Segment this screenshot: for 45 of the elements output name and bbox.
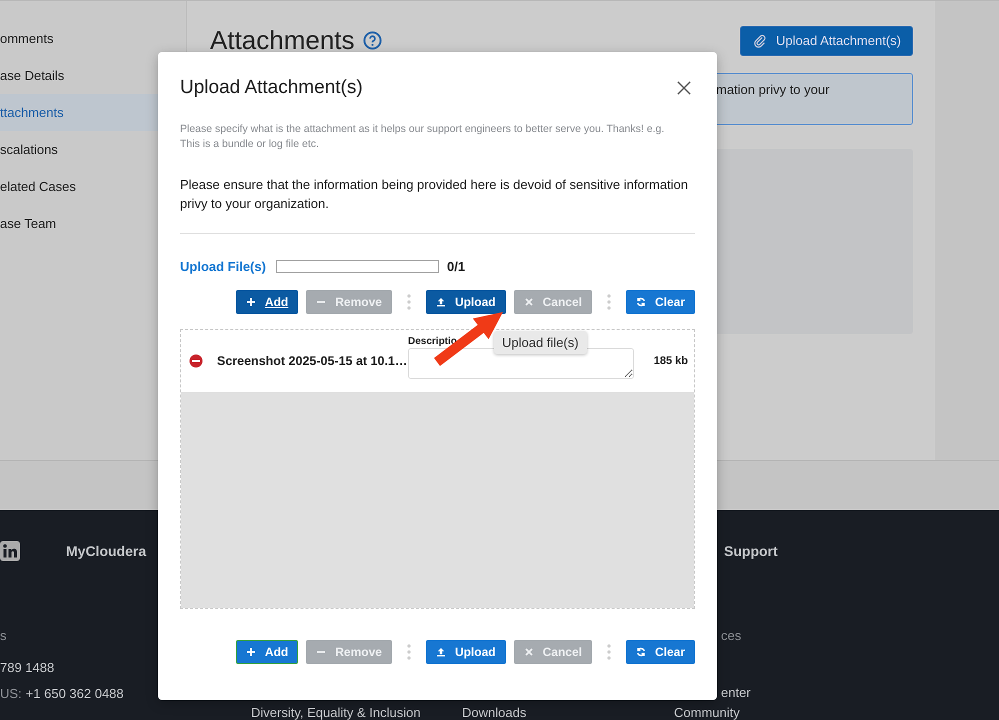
footer-link[interactable]: Downloads <box>462 706 526 720</box>
upload-icon <box>436 297 446 307</box>
add-button[interactable]: Add <box>236 290 298 314</box>
footer-heading: MyCloudera <box>66 543 146 559</box>
file-name: Screenshot 2025-05-15 at 10.1… <box>217 354 408 368</box>
add-button[interactable]: Add <box>236 640 298 664</box>
notice-text: Please ensure that the information being provided here is devoid of sensitive information privy to your organization. <box>180 176 690 213</box>
progress-count: 0/1 <box>447 258 466 274</box>
info-text: mation privy to your <box>716 82 830 97</box>
separator-icon <box>406 644 411 660</box>
linkedin-icon[interactable] <box>0 541 20 561</box>
plus-icon <box>246 647 256 657</box>
help-icon[interactable] <box>362 31 382 50</box>
refresh-icon <box>636 647 646 657</box>
footer-link[interactable]: enter <box>721 685 751 701</box>
footer-heading: Support <box>724 543 778 559</box>
upload-icon <box>436 647 446 657</box>
clear-button[interactable]: Clear <box>626 290 695 314</box>
upload-button[interactable]: Upload <box>426 640 506 664</box>
phone-label: US: <box>0 686 22 702</box>
page-title: Attachments <box>210 25 355 56</box>
file-size: 185 kb <box>654 355 688 367</box>
separator-icon <box>606 294 611 310</box>
footer-link[interactable]: Community <box>674 706 740 720</box>
separator-icon <box>406 294 411 310</box>
plus-icon <box>246 297 256 307</box>
phone-number[interactable]: +1 650 362 0488 <box>26 686 124 702</box>
separator-icon <box>606 644 611 660</box>
sidebar-item[interactable]: omments <box>0 20 186 57</box>
tooltip: Upload file(s) <box>494 331 587 354</box>
upload-button[interactable]: Upload <box>426 290 506 314</box>
paperclip-icon <box>752 34 767 48</box>
footer-label: ces <box>721 628 742 644</box>
remove-file-icon[interactable] <box>189 354 203 368</box>
x-icon <box>524 647 534 657</box>
x-icon <box>524 297 534 307</box>
upload-attachment-button[interactable]: Upload Attachment(s) <box>740 26 913 56</box>
footer-link[interactable]: Diversity, Equality & Inclusion <box>251 706 421 720</box>
close-icon[interactable] <box>677 81 691 95</box>
clear-button[interactable]: Clear <box>626 640 695 664</box>
upload-files-label: Upload File(s) <box>180 258 267 274</box>
refresh-icon <box>636 297 646 307</box>
phone-number[interactable]: 789 1488 <box>0 660 54 676</box>
footer-label: s <box>0 628 6 644</box>
description-label: Descriptio <box>408 336 457 348</box>
